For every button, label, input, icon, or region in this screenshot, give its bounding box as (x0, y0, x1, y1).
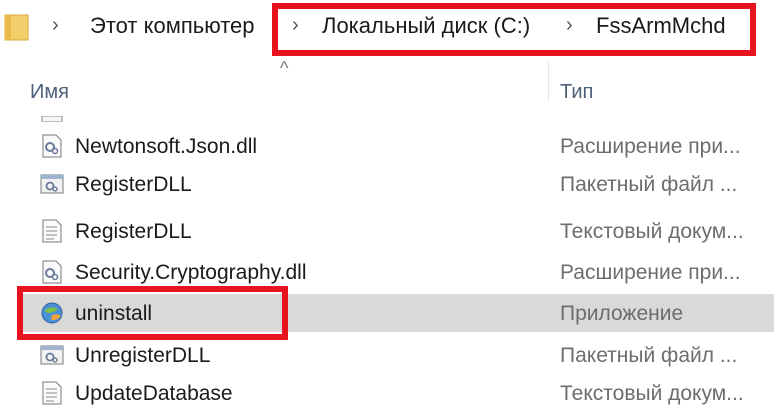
clipped-file-icon (41, 116, 63, 122)
sort-ascending-icon: ^ (280, 58, 289, 78)
file-name: RegisterDLL (75, 220, 192, 243)
list-item[interactable]: RegisterDLL Пакетный файл ... (0, 165, 774, 203)
file-name: UnregisterDLL (75, 344, 211, 367)
file-type: Текстовый докум... (560, 382, 744, 405)
list-item[interactable]: Newtonsoft.Json.dll Расширение при... (0, 127, 774, 165)
file-name: UpdateDatabase (75, 382, 233, 405)
file-type: Текстовый докум... (560, 220, 744, 243)
list-item[interactable]: UpdateDatabase Текстовый докум... (0, 374, 774, 412)
column-divider[interactable] (548, 62, 549, 102)
batch-file-icon (40, 174, 64, 194)
column-header-row (0, 62, 774, 112)
folder-icon (4, 14, 29, 41)
dll-file-icon (42, 134, 62, 158)
batch-file-icon (40, 345, 64, 365)
column-header-type[interactable]: Тип (560, 81, 593, 104)
file-type: Расширение при... (560, 135, 741, 158)
file-type: Пакетный файл ... (560, 173, 738, 196)
highlight-box-uninstall (17, 286, 288, 340)
dll-file-icon (42, 260, 62, 284)
file-name: Newtonsoft.Json.dll (75, 135, 258, 158)
file-type: Расширение при... (560, 261, 741, 284)
file-name: Security.Cryptography.dll (75, 261, 307, 284)
breadcrumb-separator: › (52, 14, 59, 36)
file-type: Приложение (560, 302, 684, 325)
highlight-box-path (272, 3, 756, 56)
column-header-name[interactable]: Имя (30, 81, 69, 104)
text-file-icon (42, 381, 62, 405)
file-type: Пакетный файл ... (560, 344, 738, 367)
list-item[interactable]: UnregisterDLL Пакетный файл ... (0, 336, 774, 374)
text-file-icon (42, 219, 62, 243)
file-name: RegisterDLL (75, 173, 192, 196)
breadcrumb-this-pc[interactable]: Этот компьютер (90, 13, 255, 39)
list-item[interactable]: RegisterDLL Текстовый докум... (0, 212, 774, 250)
